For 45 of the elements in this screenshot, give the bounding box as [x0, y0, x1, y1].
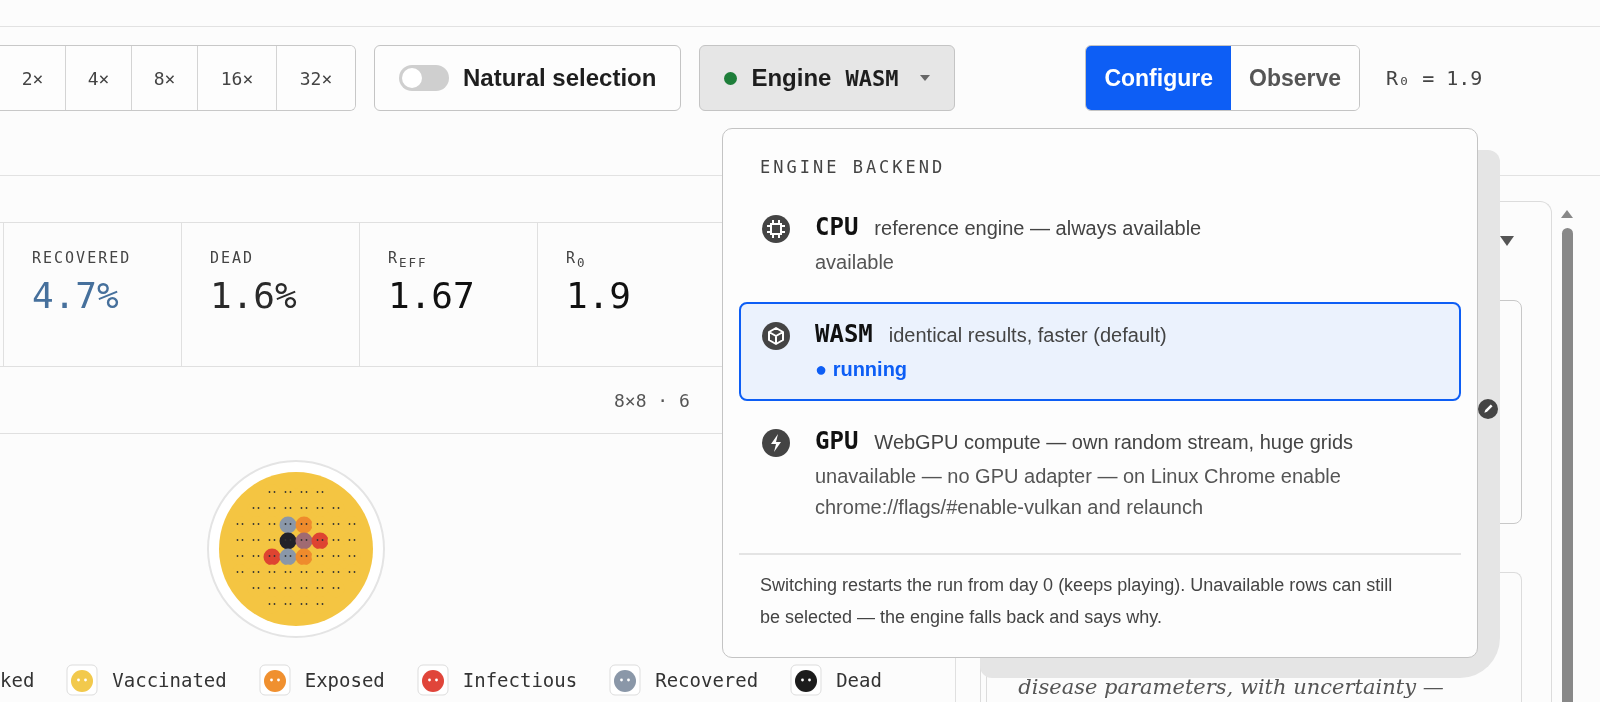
legend-label: Infectious — [462, 669, 578, 691]
stat-label: R$_{0}$ — [566, 249, 588, 271]
engine-label: Engine — [751, 64, 832, 92]
legend-label: Dead — [836, 669, 882, 691]
option-description: reference engine — always available — [874, 217, 1202, 240]
stat-value: 1.6% — [210, 275, 298, 316]
pencil-icon[interactable] — [1478, 399, 1498, 419]
caret-icon[interactable] — [1500, 236, 1514, 246]
option-status: unavailable — no GPU adapter — on Linux Chrome enable chrome://flags/#enable-vulkan and relaunch — [815, 464, 1342, 520]
mode-tab[interactable]: Configure — [1086, 46, 1231, 110]
option-status: available — [815, 250, 895, 275]
description-text: disease parameters, with uncertainty — — [1018, 675, 1444, 699]
r0-readout: R₀ = 1.9 — [1386, 66, 1483, 90]
stat-value: 1.9 — [566, 275, 633, 316]
legend-label: Recovered — [655, 669, 759, 691]
speed-button[interactable]: 32× — [276, 46, 355, 110]
option-description: identical results, faster (default) — [888, 324, 1167, 347]
engine-dropdown[interactable]: Engine WASM — [699, 45, 956, 111]
stat-label: DEAD — [210, 249, 256, 269]
option-status: ● running — [815, 357, 909, 382]
engine-option[interactable]: GPU WebGPU compute — own random stream, huge grids unavailable — no GPU adapter — on Linux Chrome enable chrome://flags/#enable-vulkan and relaunch — [739, 409, 1461, 539]
grid-size-text: 8×8 · 6 — [614, 389, 690, 411]
option-description: WebGPU compute — own random stream, huge grids — [874, 431, 1354, 454]
cube-icon — [761, 321, 791, 351]
scrollbar-thumb[interactable] — [1561, 228, 1573, 702]
engine-option[interactable]: WASM identical results, faster (default) ● running — [739, 302, 1461, 401]
option-name: CPU — [815, 213, 859, 241]
engine-value: WASM — [845, 65, 899, 91]
legend-label: ked — [0, 669, 35, 691]
legend-label: Vaccinated — [112, 669, 227, 691]
scroll-up-icon[interactable] — [1561, 210, 1573, 218]
option-name: GPU — [815, 427, 859, 455]
stat-label: R$_{EFF}$ — [388, 249, 429, 271]
menu-note: Switching restarts the run from day 0 (keeps playing). Unavailable rows can still be selected — the engine falls back and says why. — [759, 574, 1394, 629]
menu-title: ENGINE BACKEND — [759, 157, 947, 177]
option-name: WASM — [815, 320, 873, 348]
engine-option[interactable]: CPU reference engine — always available available — [739, 195, 1461, 294]
stat-label: RECOVERED — [32, 249, 133, 269]
stat-value: 4.7% — [32, 275, 120, 316]
legend-label: Exposed — [304, 669, 385, 691]
lightning-icon — [761, 428, 791, 458]
caret-icon — [920, 75, 931, 81]
stat-value: 1.67 — [388, 275, 476, 316]
natural-selection-toggle[interactable]: Natural selection — [374, 45, 682, 111]
chip-icon — [761, 214, 791, 244]
